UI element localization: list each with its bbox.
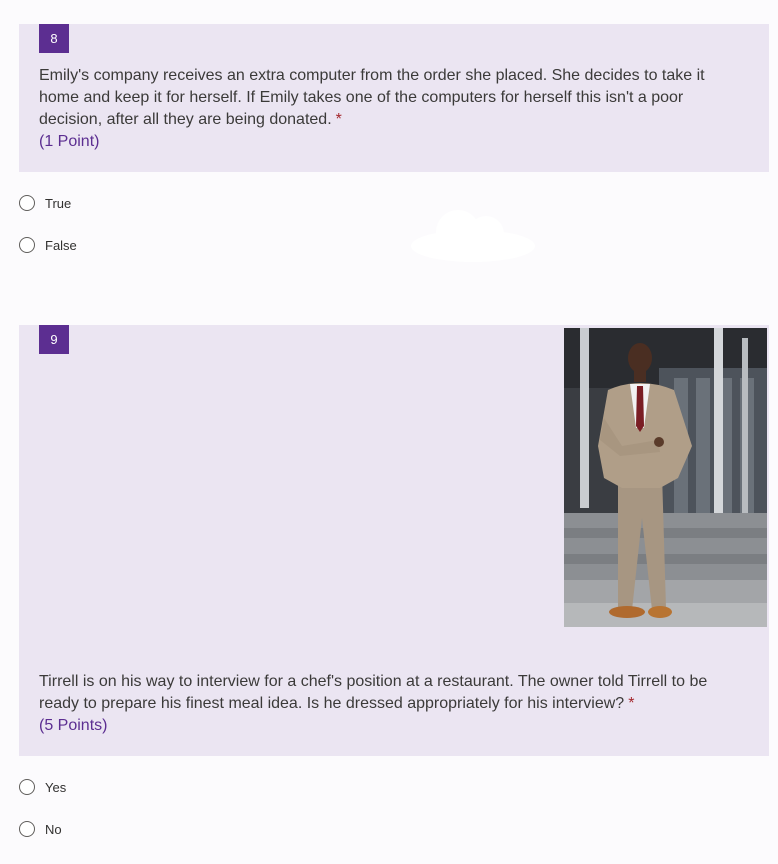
option-label: Yes [45, 779, 67, 795]
question-number-badge: 8 [39, 24, 69, 53]
question-text-body: Tirrell is on his way to interview for a… [39, 673, 708, 712]
radio-circle-icon[interactable] [19, 779, 35, 795]
question-points: (5 Points) [39, 717, 108, 734]
cloud-watermark-icon [411, 210, 535, 262]
required-asterisk: * [335, 111, 342, 128]
radio-circle-icon[interactable] [19, 237, 35, 253]
option-true[interactable]: True [19, 192, 71, 214]
form-page: 8 Emily's company receives an extra comp… [0, 0, 778, 864]
question-text: Emily's company receives an extra comput… [39, 65, 749, 153]
option-no[interactable]: No [19, 818, 62, 840]
option-yes[interactable]: Yes [19, 776, 66, 798]
option-false[interactable]: False [19, 234, 77, 256]
question-points: (1 Point) [39, 133, 100, 150]
question-number-badge: 9 [39, 325, 69, 354]
question-image [564, 328, 767, 627]
question-text-body: Emily's company receives an extra comput… [39, 67, 705, 128]
option-label: True [45, 195, 72, 211]
radio-circle-icon[interactable] [19, 195, 35, 211]
required-asterisk: * [628, 695, 635, 712]
option-label: No [45, 821, 62, 837]
radio-circle-icon[interactable] [19, 821, 35, 837]
question-8-header: 8 Emily's company receives an extra comp… [19, 24, 769, 172]
question-text: Tirrell is on his way to interview for a… [39, 671, 749, 737]
option-label: False [45, 237, 77, 253]
